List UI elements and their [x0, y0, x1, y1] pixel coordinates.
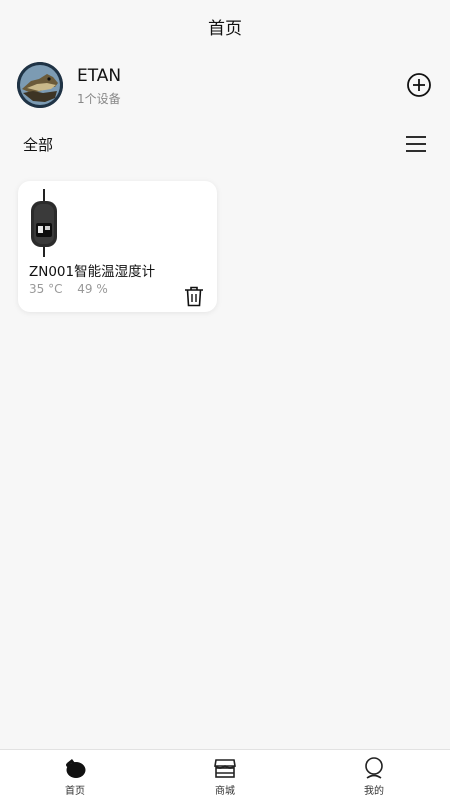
- avatar[interactable]: [17, 62, 63, 108]
- bottom-nav: 首页 商城 我的: [0, 749, 450, 800]
- nav-home[interactable]: 首页: [35, 750, 115, 800]
- nav-profile[interactable]: 我的: [334, 750, 414, 800]
- user-name: ETAN: [77, 66, 122, 86]
- filter-all-label[interactable]: 全部: [23, 134, 53, 155]
- filter-row: 全部: [23, 130, 427, 158]
- thermometer-device-image: [31, 189, 57, 257]
- profile-icon: [365, 757, 383, 779]
- menu-icon[interactable]: [405, 135, 427, 153]
- humidity-value: 49 %: [77, 282, 108, 296]
- device-card[interactable]: ZN001智能温湿度计 35 °C 49 %: [18, 181, 217, 312]
- trash-icon[interactable]: [184, 286, 204, 307]
- store-icon: [214, 759, 236, 778]
- nav-store[interactable]: 商城: [185, 750, 265, 800]
- temperature-value: 35 °C: [29, 282, 63, 296]
- user-row: ETAN 1个设备: [17, 62, 433, 108]
- device-count: 1个设备: [77, 92, 121, 106]
- home-icon: [66, 759, 86, 778]
- nav-store-label: 商城: [215, 786, 235, 797]
- device-name: ZN001智能温湿度计: [29, 264, 156, 280]
- nav-profile-label: 我的: [364, 786, 384, 797]
- page-title: 首页: [208, 19, 242, 39]
- avatar-image: [17, 62, 63, 108]
- nav-home-label: 首页: [65, 786, 85, 797]
- add-device-button[interactable]: [405, 71, 433, 99]
- device-readings: 35 °C 49 %: [29, 282, 119, 296]
